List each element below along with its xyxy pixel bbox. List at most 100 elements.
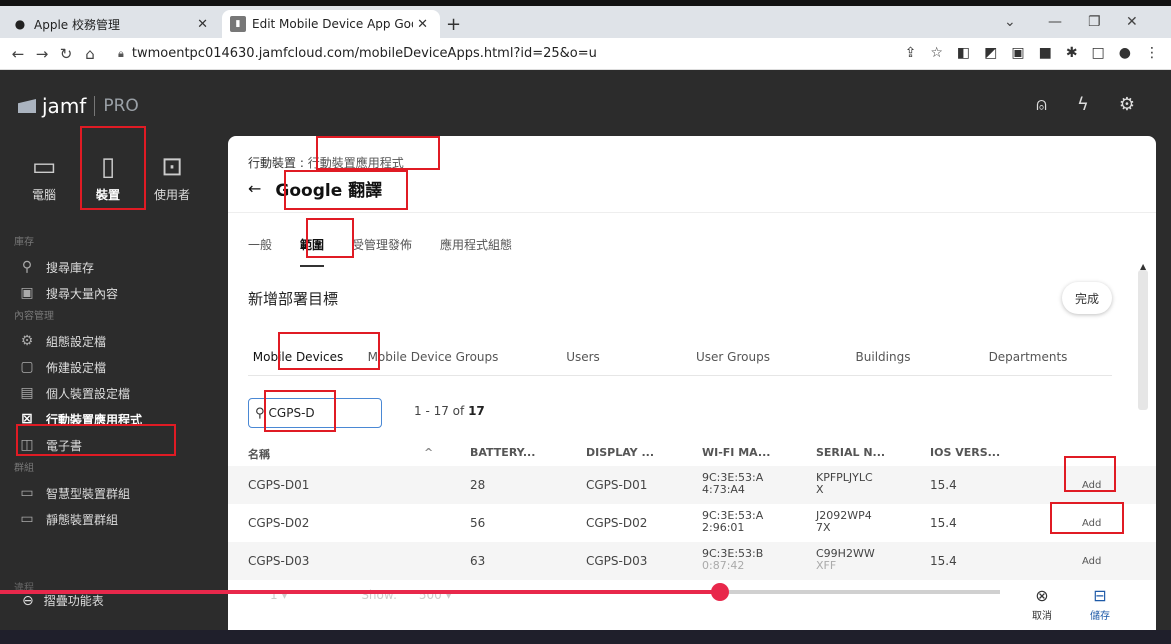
share-icon[interactable]: ⇪ (905, 45, 917, 61)
sidebar-item-personal-device-profiles[interactable]: ▤ 個人裝置設定檔 (0, 380, 228, 406)
subtab-user-groups[interactable]: User Groups (648, 350, 818, 364)
browser-tab-edit-app[interactable]: ▮ Edit Mobile Device App Googl ✕ (222, 10, 440, 38)
cell-wifi: 0:87:42 (702, 559, 745, 572)
menu-icon[interactable]: ⋮ (1145, 45, 1159, 61)
breadcrumb-root: 行動裝置 : (248, 156, 304, 170)
notifications-bolt-icon[interactable]: ϟ (1077, 94, 1089, 115)
jamf-logo[interactable]: jamf PRO (18, 94, 139, 118)
settings-gear-icon[interactable]: ⚙ (1119, 94, 1135, 115)
sidebar-item-label: 組態設定檔 (46, 334, 107, 349)
sidebar-item-search-inventory[interactable]: ⚲ 搜尋庫存 (0, 254, 228, 280)
home-icon[interactable]: ⌂ (78, 45, 102, 63)
col-ios[interactable]: IOS VERS... (930, 446, 1000, 459)
tab-managed-distribution[interactable]: 受管理發佈 (352, 236, 412, 267)
subtab-users[interactable]: Users (518, 350, 648, 364)
forward-icon[interactable]: → (30, 45, 54, 63)
collapse-menu-button[interactable]: ⊖ 摺疊功能表 (22, 592, 104, 609)
divider (228, 212, 1156, 213)
table-row[interactable]: CGPS-D01 28 CGPS-D01 9C:3E:53:A 4:73:A4 … (228, 466, 1156, 504)
category-users[interactable]: ⊡ 使用者 (140, 148, 204, 220)
page-title: Google 翻譯 (275, 181, 383, 201)
extension-icon[interactable]: ▣ (1011, 45, 1024, 61)
subtab-mobile-device-groups[interactable]: Mobile Device Groups (348, 350, 518, 364)
profile-avatar-icon[interactable]: ● (1119, 45, 1131, 61)
sidebar: ▭ 電腦 ▯ 裝置 ⊡ 使用者 庫存 ⚲ 搜尋庫存 ▣ 搜尋大量內容 內容管理 … (0, 136, 228, 644)
tab-scope[interactable]: 範圍 (300, 236, 325, 267)
sidepanel-icon[interactable]: □ (1092, 45, 1105, 61)
tab-general[interactable]: 一般 (248, 236, 272, 267)
add-button[interactable]: Add (1082, 556, 1101, 567)
subtab-buildings[interactable]: Buildings (818, 350, 948, 364)
search-icon: ⚲ (255, 405, 265, 421)
extension-icon[interactable]: ◩ (984, 45, 997, 61)
browser-tab-apple-school[interactable]: ● Apple 校務管理 ✕ (4, 10, 220, 38)
subtab-departments[interactable]: Departments (948, 350, 1108, 364)
reload-icon[interactable]: ↻ (54, 45, 78, 63)
breadcrumb: 行動裝置 : 行動裝置應用程式 (248, 154, 404, 171)
restore-button[interactable]: ❐ (1088, 14, 1101, 30)
add-button[interactable]: Add (1082, 518, 1101, 529)
app-icon: ⊠ (21, 411, 33, 427)
minimize-button[interactable]: — (1048, 14, 1062, 30)
extensions-area: ⇪ ☆ ◧ ◩ ▣ ■ ✱ □ ● ⋮ (905, 45, 1159, 61)
back-icon[interactable]: ← (6, 45, 30, 63)
sidebar-item-label: 智慧型裝置群組 (46, 486, 131, 501)
url-field[interactable]: 🔒︎ twmoentpc014630.jamfcloud.com/mobileD… (118, 46, 597, 61)
qr-icon[interactable]: ■ (1039, 45, 1052, 61)
cell-display: CGPS-D03 (586, 554, 648, 568)
extension-icon[interactable]: ◧ (957, 45, 970, 61)
count-total: 17 (468, 404, 485, 418)
sidebar-item-search-volume[interactable]: ▣ 搜尋大量內容 (0, 280, 228, 306)
book-icon: ◫ (20, 437, 34, 453)
breadcrumb-link[interactable]: 行動裝置應用程式 (308, 156, 404, 170)
col-serial[interactable]: SERIAL N... (816, 446, 885, 459)
user-icon: ⊡ (161, 152, 183, 182)
cell-serial: KPFPLJYLC (816, 471, 873, 484)
tab-app-configuration[interactable]: 應用程式組態 (440, 236, 512, 267)
col-name[interactable]: 名稱 (248, 446, 270, 462)
sidebar-item-ebooks[interactable]: ◫ 電子書 (0, 432, 228, 458)
sidebar-item-config-profiles[interactable]: ⚙ 組態設定檔 (0, 328, 228, 354)
sidebar-item-mobile-device-apps[interactable]: ⊠ 行動裝置應用程式 (0, 406, 228, 432)
search-input[interactable]: ⚲ CGPS-D (248, 398, 382, 428)
cancel-button[interactable]: ⊗ 取消 (1032, 586, 1052, 622)
sidebar-item-label: 行動裝置應用程式 (46, 412, 143, 427)
sidebar-item-label: 搜尋庫存 (46, 260, 95, 275)
col-battery[interactable]: BATTERY... (470, 446, 535, 459)
sidebar-item-label: 個人裝置設定檔 (46, 386, 131, 401)
add-button[interactable]: Add (1082, 480, 1101, 491)
subtab-mobile-devices[interactable]: Mobile Devices (248, 350, 348, 364)
puzzle-icon[interactable]: ✱ (1066, 45, 1078, 61)
close-tab-icon[interactable]: ✕ (413, 17, 432, 32)
save-button[interactable]: ⊟ 儲存 (1090, 586, 1110, 622)
done-button[interactable]: 完成 (1062, 282, 1112, 314)
sidebar-item-provisioning-profiles[interactable]: ▢ 佈建設定檔 (0, 354, 228, 380)
table-row[interactable]: CGPS-D03 63 CGPS-D03 9C:3E:53:B 0:87:42 … (228, 542, 1156, 580)
category-devices[interactable]: ▯ 裝置 (76, 148, 140, 220)
tab-title: Apple 校務管理 (34, 17, 120, 32)
category-computers[interactable]: ▭ 電腦 (12, 148, 76, 220)
bookmark-star-icon[interactable]: ☆ (930, 45, 943, 61)
video-progress-knob[interactable] (711, 583, 729, 601)
section-content-management: 內容管理 (14, 311, 54, 322)
search-icon: ⚲ (21, 259, 33, 275)
tab-search-icon[interactable]: ⌄ (1004, 14, 1016, 30)
sidebar-item-smart-groups[interactable]: ▭ 智慧型裝置群組 (0, 480, 228, 506)
user-account-icon[interactable]: ⍝ (1036, 94, 1047, 115)
sidebar-item-static-groups[interactable]: ▭ 靜態裝置群組 (0, 506, 228, 532)
back-arrow-icon[interactable]: ← (248, 179, 261, 198)
sort-asc-icon[interactable]: ^ (424, 446, 433, 459)
new-tab-button[interactable]: + (446, 14, 461, 35)
logo-text: jamf (42, 94, 87, 118)
table-row[interactable]: CGPS-D02 56 CGPS-D02 9C:3E:53:A 2:96:01 … (228, 504, 1156, 542)
gear-icon: ⚙ (20, 333, 34, 349)
cancel-icon: ⊗ (1035, 586, 1049, 605)
close-tab-icon[interactable]: ✕ (193, 17, 212, 32)
jamf-icon: ▮ (230, 16, 246, 32)
cancel-label: 取消 (1032, 611, 1052, 622)
collapse-icon: ⊖ (22, 592, 34, 609)
close-window-button[interactable]: ✕ (1126, 14, 1138, 30)
vertical-scrollbar[interactable] (1138, 270, 1148, 410)
col-wifi[interactable]: WI-FI MA... (702, 446, 770, 459)
col-display[interactable]: DISPLAY ... (586, 446, 654, 459)
